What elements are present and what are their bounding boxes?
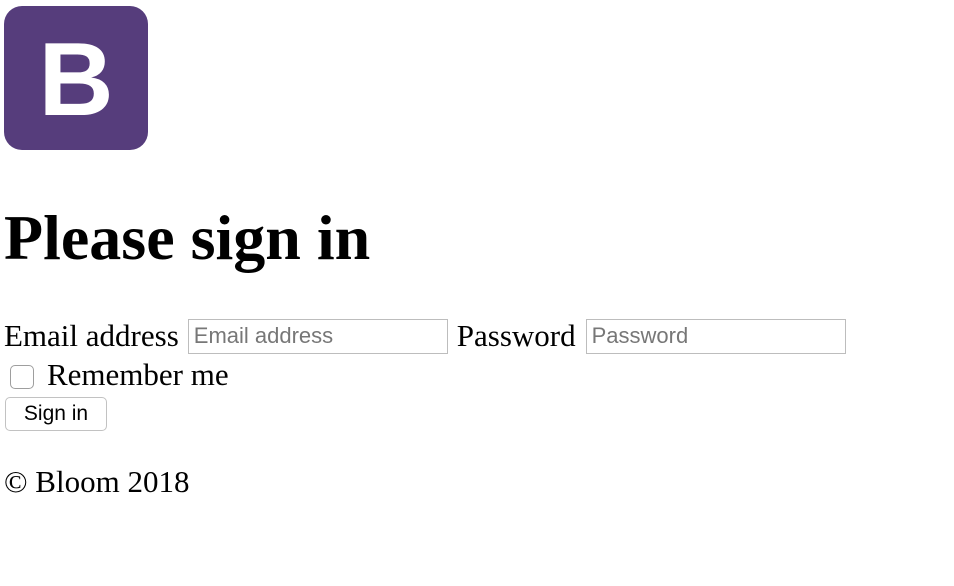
logo-letter: B: [38, 22, 114, 138]
credentials-row: Email address Password: [4, 318, 846, 354]
brand-logo: B: [4, 6, 148, 150]
email-label: Email address: [4, 318, 179, 353]
sign-in-button[interactable]: Sign in: [5, 397, 107, 431]
remember-me-checkbox[interactable]: [10, 365, 34, 389]
page-title: Please sign in: [4, 202, 371, 273]
email-field[interactable]: [187, 318, 448, 354]
remember-me-label: Remember me: [47, 357, 229, 392]
remember-row: Remember me: [4, 357, 229, 393]
copyright-footer: © Bloom 2018: [4, 464, 190, 499]
password-label: Password: [456, 318, 576, 353]
password-field[interactable]: [585, 318, 846, 354]
